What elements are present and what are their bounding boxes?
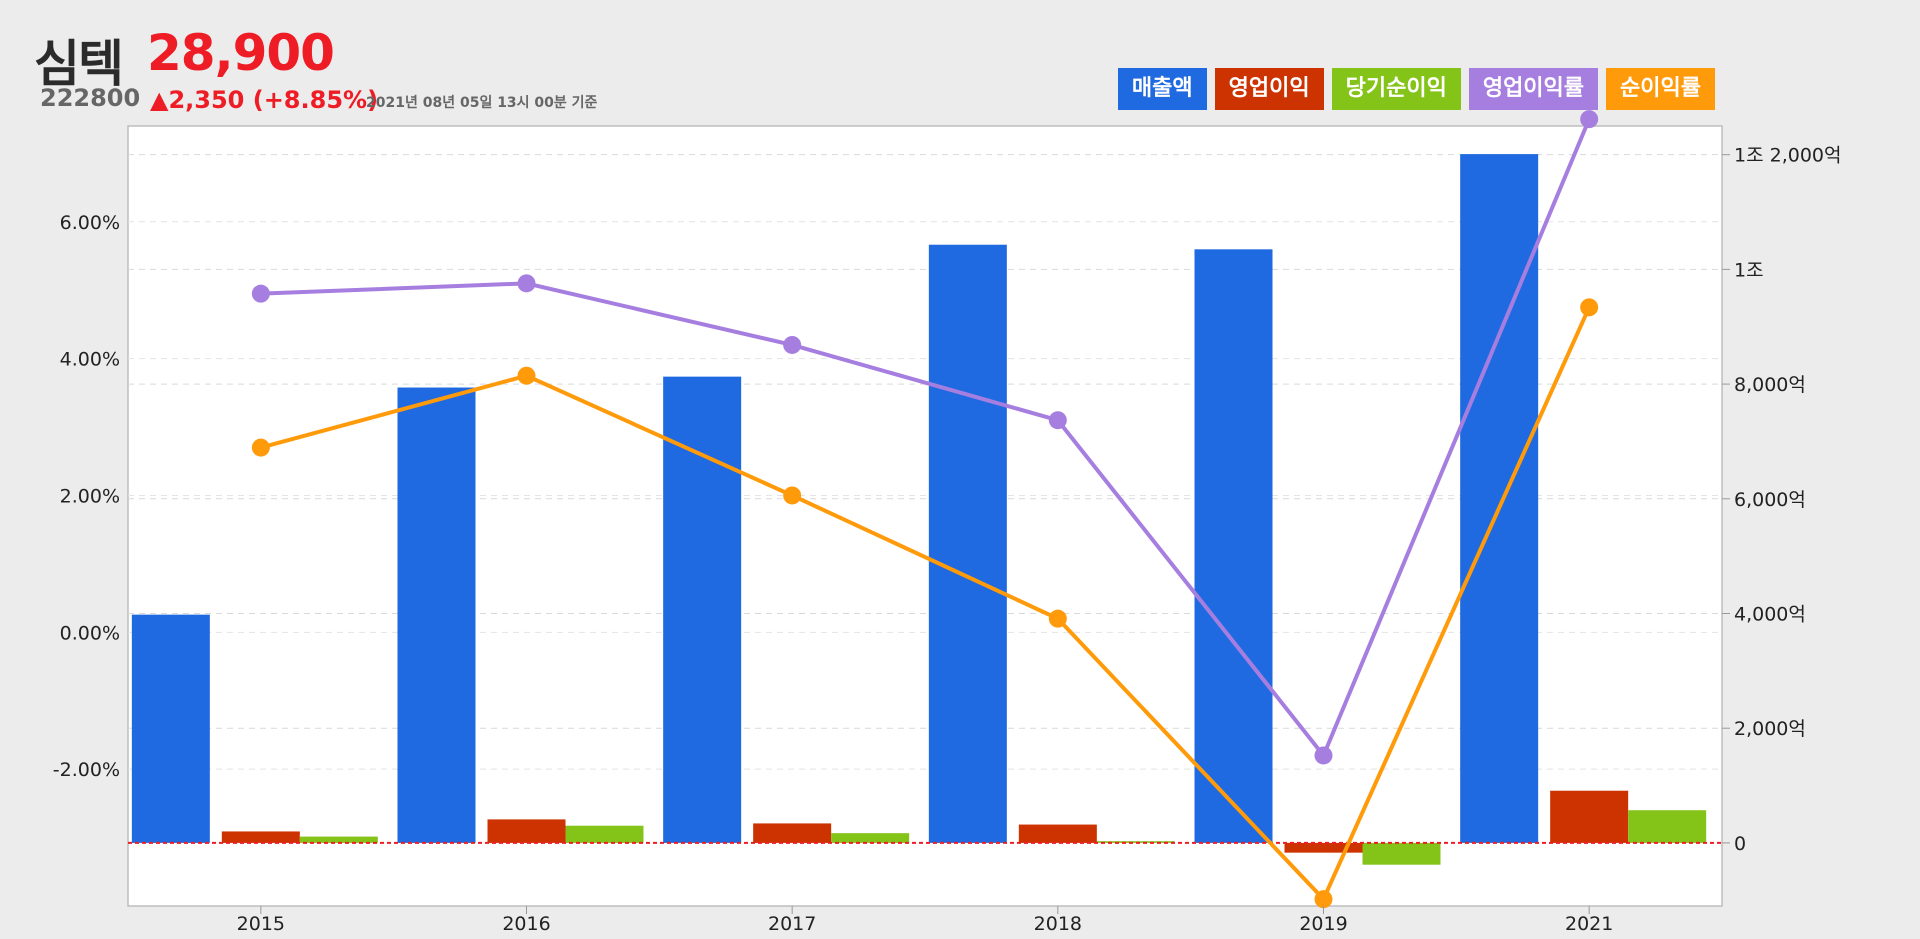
right-tick-label: 4,000억	[1734, 604, 1806, 626]
point-1-0	[251, 438, 270, 457]
bar-2-4	[1362, 842, 1441, 865]
left-tick-label: -2.00%	[53, 759, 120, 781]
left-tick-label: 0.00%	[60, 622, 120, 644]
point-0-3	[1048, 411, 1067, 430]
bar-1-4	[1284, 842, 1363, 853]
bar-0-4	[1194, 249, 1273, 843]
bar-1-5	[1550, 790, 1629, 843]
left-tick-label: 2.00%	[60, 485, 120, 507]
right-tick-label: 0	[1734, 833, 1746, 855]
point-0-5	[1580, 110, 1599, 129]
bar-2-1	[565, 825, 644, 843]
bar-2-2	[831, 833, 910, 843]
left-tick-label: 4.00%	[60, 349, 120, 371]
point-1-1	[517, 366, 536, 385]
point-0-4	[1314, 746, 1333, 765]
point-0-2	[783, 335, 802, 354]
bar-0-1	[397, 387, 476, 843]
chart-area: 6.00% 4.00% 2.00% 0.00% -2.00% 1조 2,000억 1조 8,0…	[53, 110, 1841, 935]
left-tick-label: 6.00%	[60, 212, 120, 234]
x-tick-label: 2019	[1299, 913, 1347, 935]
x-tick-label: 2021	[1565, 913, 1613, 935]
point-1-3	[1048, 609, 1067, 628]
bar-1-1	[487, 819, 566, 843]
right-tick-label: 1조	[1734, 259, 1764, 281]
bar-1-3	[1018, 824, 1097, 843]
point-1-2	[783, 486, 802, 505]
point-1-5	[1580, 298, 1599, 317]
x-tick-label: 2017	[768, 913, 816, 935]
point-0-1	[517, 274, 536, 293]
bar-1-2	[753, 823, 832, 843]
x-tick-label: 2016	[502, 913, 550, 935]
right-tick-label: 2,000억	[1734, 718, 1806, 740]
x-tick-label: 2015	[237, 913, 285, 935]
bar-1-0	[221, 831, 300, 843]
x-tick-label: 2018	[1034, 913, 1082, 935]
bar-0-3	[928, 244, 1007, 843]
bar-0-2	[663, 376, 742, 843]
point-1-4	[1314, 890, 1333, 909]
bar-2-5	[1628, 810, 1707, 843]
right-tick-label: 8,000억	[1734, 374, 1806, 396]
bar-0-5	[1460, 154, 1539, 843]
right-tick-label: 6,000억	[1734, 489, 1806, 511]
point-0-0	[251, 284, 270, 303]
right-tick-label: 1조 2,000억	[1734, 145, 1841, 167]
bar-0-0	[131, 614, 210, 843]
